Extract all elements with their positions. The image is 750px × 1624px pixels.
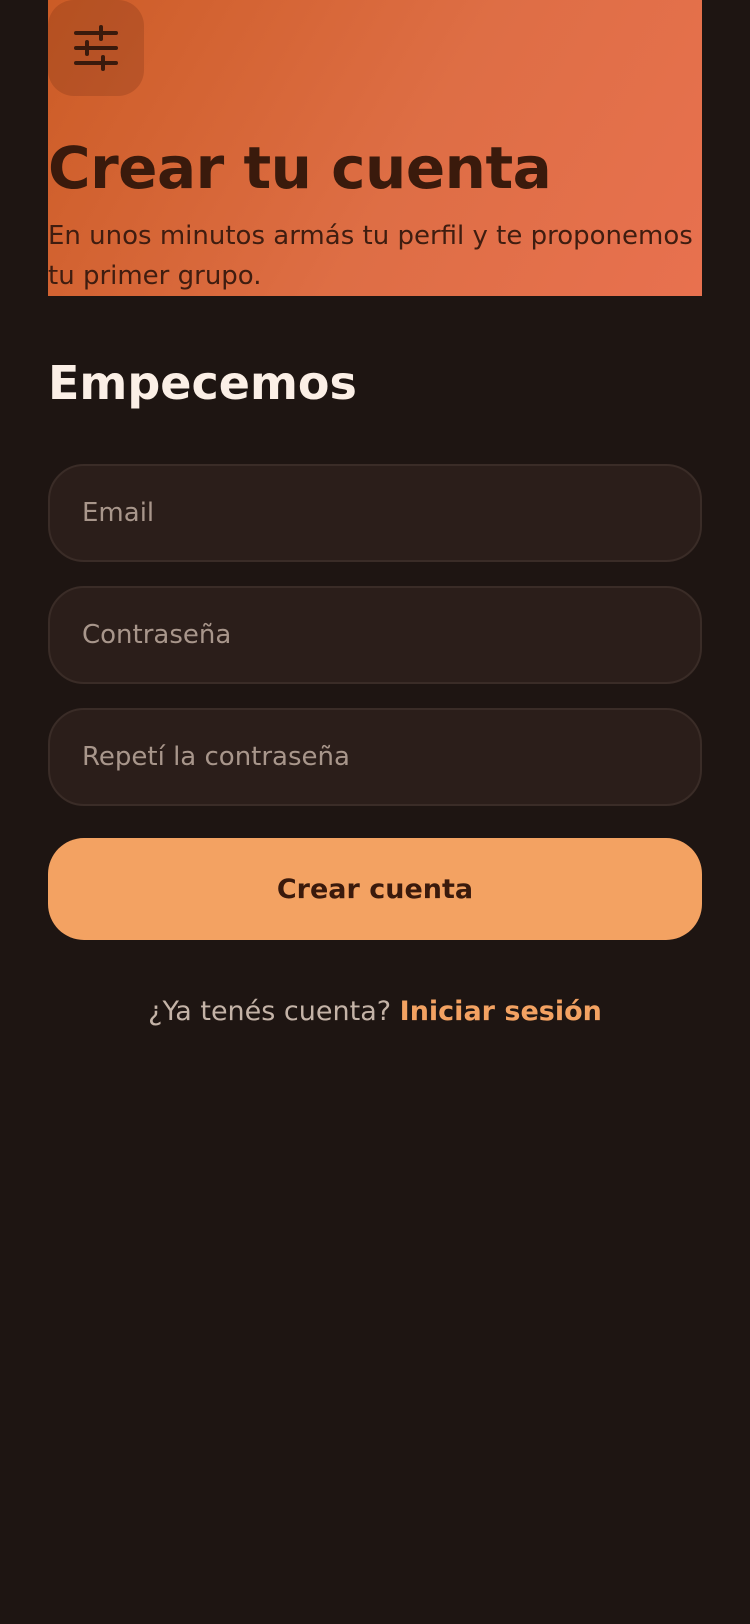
create-account-button[interactable]: Crear cuenta — [48, 838, 702, 940]
form-heading: Empecemos — [48, 356, 357, 410]
email-input[interactable] — [48, 464, 702, 562]
repeat-password-input[interactable] — [48, 708, 702, 806]
signup-screen: Crear tu cuenta En unos minutos armás tu… — [0, 0, 750, 1624]
hero-banner: Crear tu cuenta En unos minutos armás tu… — [48, 0, 702, 296]
sliders-icon — [74, 25, 118, 71]
page-subtitle: En unos minutos armás tu perfil y te pro… — [48, 221, 693, 291]
login-question: ¿Ya tenés cuenta? — [148, 996, 400, 1027]
password-input[interactable] — [48, 586, 702, 684]
page-title: Crear tu cuenta — [48, 134, 552, 202]
login-link[interactable]: Iniciar sesión — [400, 996, 602, 1027]
login-prompt: ¿Ya tenés cuenta? Iniciar sesión — [0, 996, 750, 1027]
filter-button[interactable] — [48, 0, 144, 96]
